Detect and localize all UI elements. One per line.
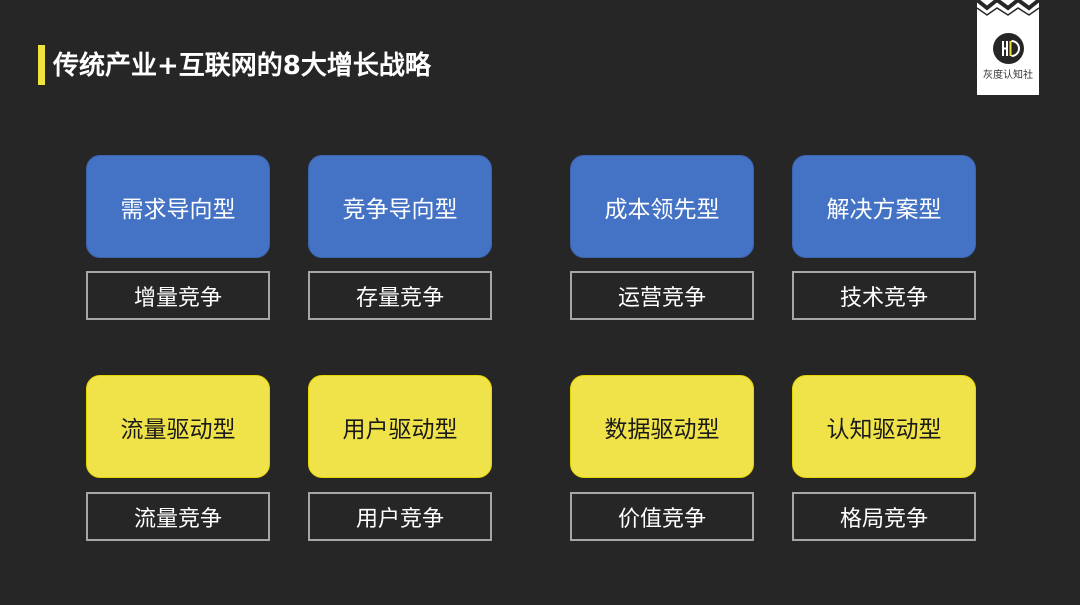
strategy-card-traffic-driven: 流量驱动型 bbox=[86, 375, 270, 478]
strategy-card-user-driven: 用户驱动型 bbox=[308, 375, 492, 478]
title-accent-bar bbox=[38, 45, 45, 85]
competition-tag-incremental: 增量竞争 bbox=[86, 271, 270, 320]
competition-tag-stock: 存量竞争 bbox=[308, 271, 492, 320]
competition-tag-traffic: 流量竞争 bbox=[86, 492, 270, 541]
strategy-card-competition-oriented: 竞争导向型 bbox=[308, 155, 492, 258]
strategy-card-solution: 解决方案型 bbox=[792, 155, 976, 258]
logo-hd-icon bbox=[993, 33, 1024, 64]
strategy-card-cognition-driven: 认知驱动型 bbox=[792, 375, 976, 478]
strategy-card-cost-leadership: 成本领先型 bbox=[570, 155, 754, 258]
competition-tag-landscape: 格局竞争 bbox=[792, 492, 976, 541]
competition-tag-value: 价值竞争 bbox=[570, 492, 754, 541]
competition-tag-user: 用户竞争 bbox=[308, 492, 492, 541]
competition-tag-technology: 技术竞争 bbox=[792, 271, 976, 320]
page-title: 传统产业+互联网的8大增长战略 bbox=[53, 51, 431, 81]
strategy-card-data-driven: 数据驱动型 bbox=[570, 375, 754, 478]
strategy-card-demand-oriented: 需求导向型 bbox=[86, 155, 270, 258]
logo-text: 灰度认知社 bbox=[983, 70, 1033, 81]
competition-tag-operations: 运营竞争 bbox=[570, 271, 754, 320]
zigzag-pattern-icon bbox=[977, 0, 1039, 16]
brand-logo: 灰度认知社 bbox=[977, 0, 1039, 95]
